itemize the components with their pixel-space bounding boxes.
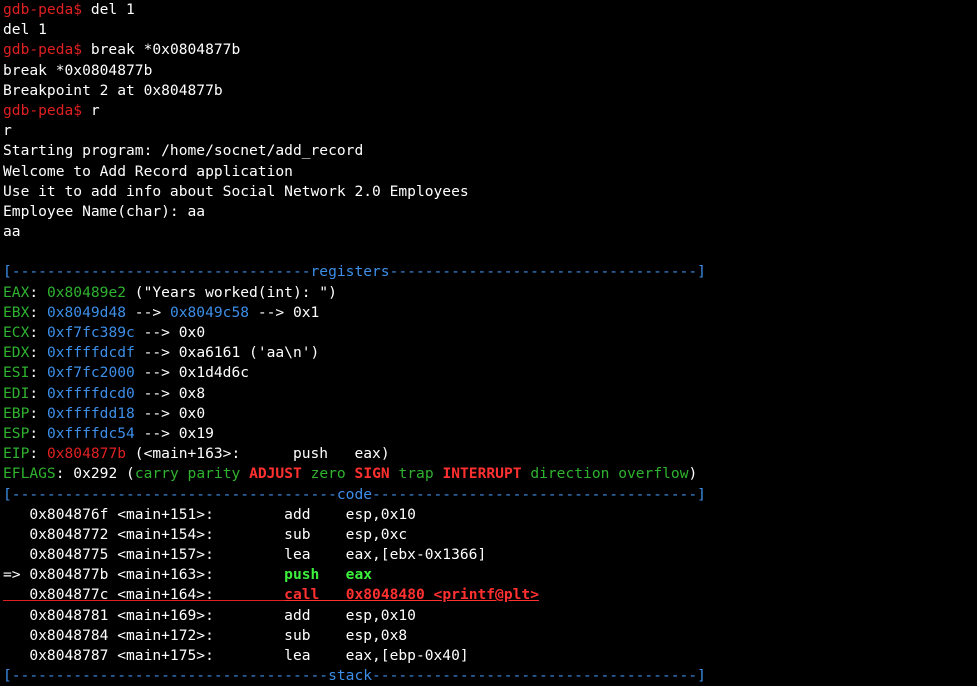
register-name: EIP bbox=[3, 445, 30, 463]
eflags-value: 0x292 ( bbox=[64, 465, 135, 483]
register-detail: (<main+163>: push eax) bbox=[126, 445, 390, 463]
code-line: 0x804876f <main+151>: add esp,0x10 bbox=[3, 505, 416, 523]
code-line: 0x8048775 <main+157>: lea eax,[ebx-0x136… bbox=[3, 546, 487, 564]
flag-zero: zero bbox=[310, 465, 346, 483]
register-value: 0x804877b bbox=[46, 445, 127, 463]
instruction-address: 0x804877c <main+164>: bbox=[3, 586, 214, 604]
register-name: ESP bbox=[3, 424, 30, 442]
register-name: EDX bbox=[3, 344, 30, 362]
register-eax: EAX: 0x80489e2 ("Years worked(int): ") bbox=[3, 283, 337, 301]
register-edi: EDI: 0xffffdcd0 --> 0x8 bbox=[3, 384, 206, 402]
register-eip: EIP: 0x804877b (<main+163>: push eax) bbox=[3, 445, 390, 463]
register-eflags: EFLAGS: 0x292 (carry parity ADJUST zero … bbox=[3, 465, 698, 483]
register-detail: ("Years worked(int): ") bbox=[126, 283, 337, 301]
command-text: r bbox=[82, 101, 100, 119]
register-detail: --> 0x19 bbox=[134, 424, 214, 442]
eflags-close: ) bbox=[688, 465, 698, 483]
register-ecx: ECX: 0xf7fc389c --> 0x0 bbox=[3, 324, 206, 341]
flag-parity: parity bbox=[187, 465, 241, 483]
command-echo: r bbox=[3, 122, 12, 140]
underline-gap bbox=[214, 586, 284, 603]
flag-adjust: ADJUST bbox=[249, 465, 302, 483]
register-name: ECX bbox=[3, 324, 30, 341]
call-target: 0x8048480 <printf@plt> bbox=[345, 586, 539, 604]
flag-trap: trap bbox=[398, 465, 434, 483]
code-line: 0x8048787 <main+175>: lea eax,[ebp-0x40] bbox=[3, 647, 469, 664]
register-detail: --> 0xa6161 ('aa\n') bbox=[134, 344, 320, 362]
command-echo: break *0x0804877b bbox=[3, 61, 153, 79]
register-detail: --> 0x1d4d6c bbox=[134, 364, 250, 382]
command-text: break *0x0804877b bbox=[82, 41, 241, 59]
register-value: 0x80489e2 bbox=[46, 283, 127, 301]
register-esi: ESI: 0xf7fc2000 --> 0x1d4d6c bbox=[3, 364, 250, 382]
register-detail: --> 0x8 bbox=[134, 384, 206, 402]
command-echo: del 1 bbox=[3, 21, 47, 39]
next-call-line: 0x804877c <main+164>: call 0x8048480 <pr… bbox=[3, 585, 977, 605]
terminal-window[interactable]: gdb-peda$ del 1 del 1 gdb-peda$ break *0… bbox=[0, 0, 977, 685]
code-line: 0x8048772 <main+154>: sub esp,0xc bbox=[3, 525, 408, 543]
pointer-arrow: --> bbox=[126, 303, 170, 321]
register-name: EBX bbox=[3, 303, 30, 321]
prompt-line: gdb-peda$ r bbox=[3, 101, 977, 121]
register-name: EBP bbox=[3, 404, 30, 422]
register-value: 0xf7fc389c bbox=[46, 324, 135, 341]
program-output-line: Use it to add info about Social Network … bbox=[3, 182, 469, 200]
register-value: 0xffffdc54 bbox=[46, 424, 135, 442]
register-pointer-value: 0x8049c58 bbox=[169, 303, 250, 321]
instruction-op: push eax bbox=[284, 566, 373, 584]
register-ebx: EBX: 0x8049d48 --> 0x8049c58 --> 0x1 bbox=[3, 303, 320, 321]
register-edx: EDX: 0xffffdcdf --> 0xa6161 ('aa\n') bbox=[3, 344, 320, 362]
register-value: 0xffffdcdf bbox=[46, 344, 135, 362]
register-name: ESI bbox=[3, 364, 30, 382]
prompt: gdb-peda$ bbox=[3, 1, 83, 18]
register-name: EFLAGS bbox=[3, 465, 56, 483]
register-name: EDI bbox=[3, 384, 30, 402]
register-ebp: EBP: 0xffffdd18 --> 0x0 bbox=[3, 404, 206, 422]
prompt: gdb-peda$ bbox=[3, 41, 83, 59]
code-line: 0x8048784 <main+172>: sub esp,0x8 bbox=[3, 626, 408, 644]
flag-direction: direction bbox=[530, 465, 610, 483]
code-section-header: [-------------------------------------co… bbox=[3, 485, 706, 503]
register-value: 0xf7fc2000 bbox=[46, 364, 135, 382]
code-line: 0x8048781 <main+169>: add esp,0x10 bbox=[3, 606, 416, 624]
instruction-address: 0x804877b <main+163>: bbox=[29, 566, 285, 584]
prompt-line: gdb-peda$ break *0x0804877b bbox=[3, 40, 977, 60]
register-detail: --> 0x0 bbox=[134, 404, 206, 422]
prompt-line: gdb-peda$ del 1 bbox=[3, 0, 977, 20]
command-text: del 1 bbox=[82, 1, 135, 18]
register-value: 0x8049d48 bbox=[46, 303, 127, 321]
stack-section-header: [------------------------------------sta… bbox=[3, 667, 706, 685]
registers-section-header: [----------------------------------regis… bbox=[3, 263, 706, 281]
current-instruction-marker: => bbox=[3, 566, 30, 584]
program-output-line: aa bbox=[3, 223, 21, 241]
prompt: gdb-peda$ bbox=[3, 101, 83, 119]
flag-interrupt: INTERRUPT bbox=[442, 465, 522, 483]
register-value: 0xffffdcd0 bbox=[46, 384, 135, 402]
flag-sign: SIGN bbox=[354, 465, 390, 483]
program-output-line: Employee Name(char): aa bbox=[3, 202, 206, 220]
current-instruction-line: => 0x804877b <main+163>: push eax bbox=[3, 565, 977, 585]
register-esp: ESP: 0xffffdc54 --> 0x19 bbox=[3, 424, 214, 442]
program-output-line: Starting program: /home/socnet/add_recor… bbox=[3, 142, 364, 160]
register-detail: --> 0x0 bbox=[134, 324, 206, 341]
register-value: 0xffffdd18 bbox=[46, 404, 135, 422]
program-output-line: Welcome to Add Record application bbox=[3, 162, 293, 180]
flag-overflow: overflow bbox=[618, 465, 689, 483]
register-name: EAX bbox=[3, 283, 30, 301]
flag-carry: carry bbox=[134, 465, 179, 483]
register-detail: --> 0x1 bbox=[249, 303, 320, 321]
breakpoint-message: Breakpoint 2 at 0x804877b bbox=[3, 81, 223, 99]
instruction-mnemonic: call bbox=[284, 586, 346, 604]
